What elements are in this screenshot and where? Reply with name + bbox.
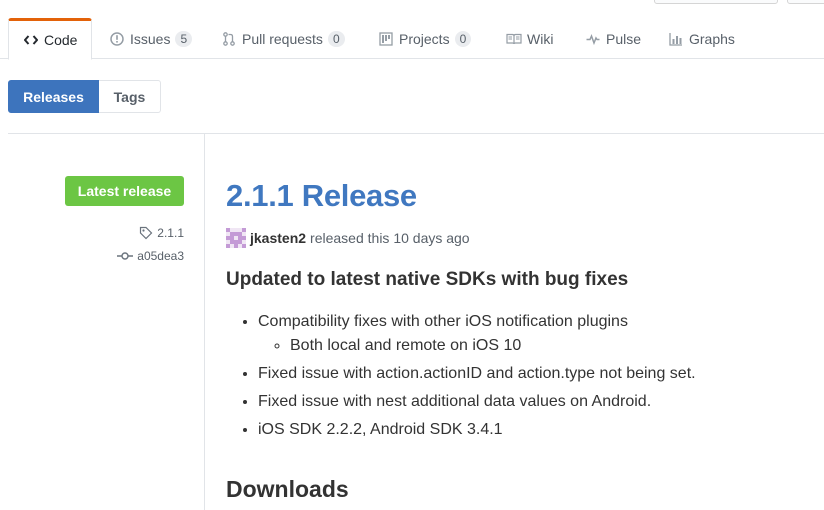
release-tag-link[interactable]: 2.1.1 bbox=[139, 226, 184, 240]
list-item: iOS SDK 2.2.2, Android SDK 3.4.1 bbox=[258, 418, 696, 442]
top-button-partial-2[interactable] bbox=[787, 0, 824, 4]
tab-graphs[interactable]: Graphs bbox=[668, 18, 735, 59]
graph-icon bbox=[668, 31, 684, 47]
note-text: Fixed issue with nest additional data va… bbox=[258, 393, 652, 410]
note-text: Fixed issue with action.actionID and act… bbox=[258, 365, 696, 382]
note-text: Compatibility fixes with other iOS notif… bbox=[258, 313, 628, 330]
release-commit-link[interactable]: a05dea3 bbox=[117, 249, 184, 263]
tab-wiki[interactable]: Wiki bbox=[506, 18, 553, 59]
release-byline: jkasten2 released this 10 days ago bbox=[226, 228, 470, 248]
list-item: Fixed issue with action.actionID and act… bbox=[258, 362, 696, 386]
tab-code[interactable]: Code bbox=[8, 18, 93, 60]
avatar[interactable] bbox=[226, 228, 246, 248]
release-timeline-line bbox=[204, 134, 205, 510]
releases-tab[interactable]: Releases bbox=[8, 80, 99, 113]
divider bbox=[8, 133, 824, 134]
tab-projects-label: Projects bbox=[399, 30, 450, 47]
pull-requests-counter: 0 bbox=[327, 30, 345, 47]
release-title[interactable]: 2.1.1 Release bbox=[226, 178, 417, 214]
list-item: Compatibility fixes with other iOS notif… bbox=[258, 310, 696, 358]
note-text: iOS SDK 2.2.2, Android SDK 3.4.1 bbox=[258, 421, 503, 438]
author-link[interactable]: jkasten2 bbox=[250, 230, 306, 246]
issue-opened-icon bbox=[109, 31, 125, 47]
tab-issues[interactable]: Issues 5 bbox=[109, 18, 193, 59]
release-tag: 2.1.1 bbox=[157, 226, 184, 240]
project-icon bbox=[378, 31, 394, 47]
tab-code-label: Code bbox=[44, 32, 78, 48]
latest-release-badge: Latest release bbox=[65, 176, 184, 206]
issues-counter: 5 bbox=[175, 30, 193, 47]
list-item: Both local and remote on iOS 10 bbox=[290, 334, 696, 358]
git-pull-request-icon bbox=[221, 31, 237, 47]
git-commit-icon bbox=[117, 251, 134, 261]
release-notes: Compatibility fixes with other iOS notif… bbox=[226, 310, 696, 446]
release-notes-heading: Updated to latest native SDKs with bug f… bbox=[226, 269, 629, 290]
release-subnav: Releases Tags bbox=[8, 80, 161, 113]
tab-projects[interactable]: Projects 0 bbox=[378, 18, 472, 59]
tab-pulse-label: Pulse bbox=[606, 30, 642, 47]
list-item: Fixed issue with nest additional data va… bbox=[258, 390, 696, 414]
tab-wiki-label: Wiki bbox=[527, 30, 554, 47]
pulse-icon bbox=[585, 31, 601, 47]
tags-tab[interactable]: Tags bbox=[99, 80, 161, 113]
projects-counter: 0 bbox=[454, 30, 472, 47]
release-commit: a05dea3 bbox=[137, 249, 184, 263]
tag-icon bbox=[139, 226, 153, 240]
tab-pull-requests[interactable]: Pull requests 0 bbox=[221, 18, 345, 59]
code-icon bbox=[23, 32, 39, 48]
repo-nav: Code Issues 5 Pull requests 0 Projects 0… bbox=[0, 18, 824, 60]
release-time: released this 10 days ago bbox=[310, 230, 470, 246]
top-button-partial[interactable] bbox=[654, 0, 778, 4]
tab-pull-requests-label: Pull requests bbox=[242, 30, 323, 47]
tab-graphs-label: Graphs bbox=[689, 30, 735, 47]
tab-issues-label: Issues bbox=[130, 30, 171, 47]
book-icon bbox=[506, 31, 522, 47]
downloads-heading: Downloads bbox=[226, 476, 349, 502]
tab-pulse[interactable]: Pulse bbox=[585, 18, 641, 59]
note-text: Both local and remote on iOS 10 bbox=[290, 337, 522, 354]
